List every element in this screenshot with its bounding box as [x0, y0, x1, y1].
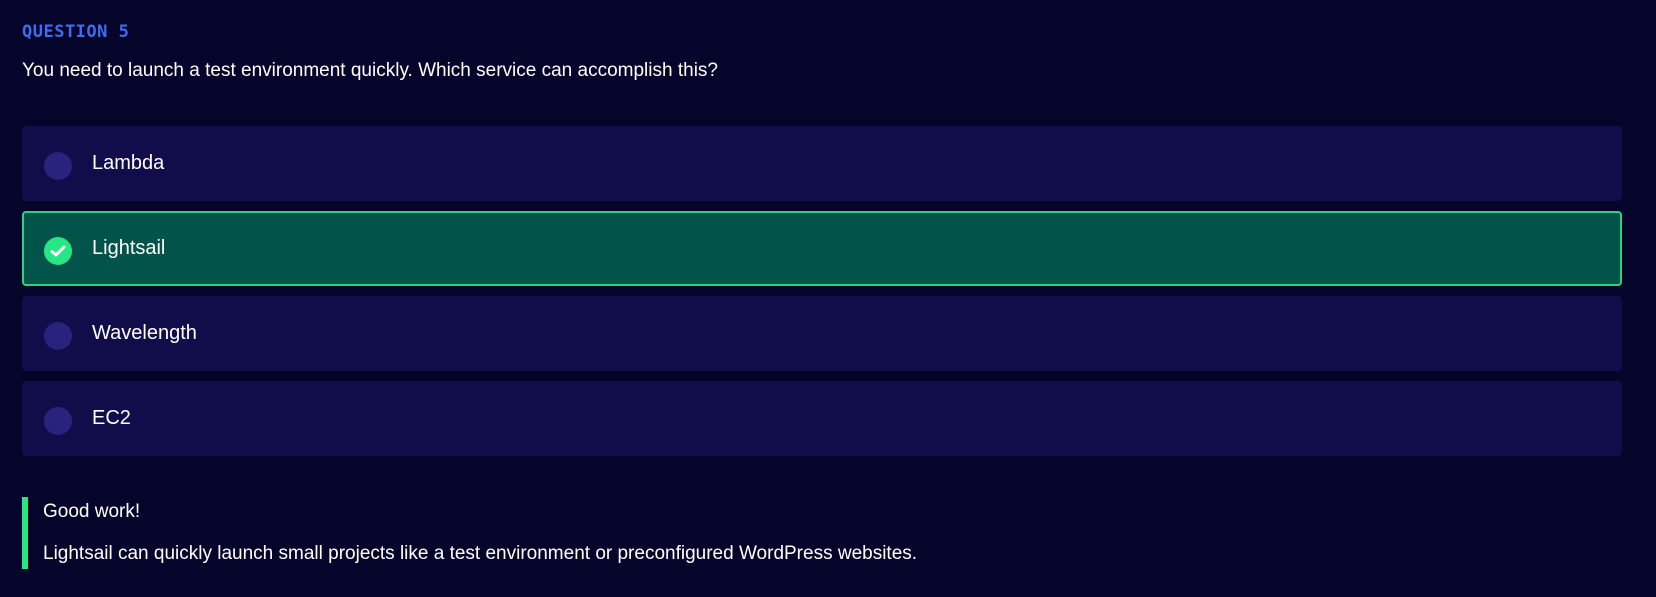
answer-option-label: Lambda [92, 152, 165, 174]
feedback-title: Good work! [43, 501, 141, 522]
feedback-explanation: Lightsail can quickly launch small proje… [43, 543, 918, 564]
checkmark-icon [50, 245, 66, 256]
answer-option-lightsail[interactable]: Lightsail [22, 211, 1622, 286]
radio-circle-icon[interactable] [44, 151, 72, 180]
check-circle-icon[interactable] [44, 236, 72, 265]
question-text: You need to launch a test environment qu… [22, 60, 718, 81]
answer-option-lambda[interactable]: Lambda [22, 126, 1622, 201]
question-number-label: QUESTION 5 [22, 22, 130, 42]
answer-option-wavelength[interactable]: Wavelength [22, 296, 1622, 371]
answer-option-ec2[interactable]: EC2 [22, 381, 1622, 456]
radio-circle-icon[interactable] [44, 321, 72, 350]
answer-option-label: Lightsail [92, 237, 166, 259]
answer-option-label: Wavelength [92, 322, 197, 344]
feedback-panel: Good work! Lightsail can quickly launch … [22, 497, 917, 569]
answer-options-list: Lambda Lightsail Wavelength EC2 [22, 126, 1622, 466]
radio-circle-icon[interactable] [44, 406, 72, 435]
answer-option-label: EC2 [92, 407, 131, 429]
